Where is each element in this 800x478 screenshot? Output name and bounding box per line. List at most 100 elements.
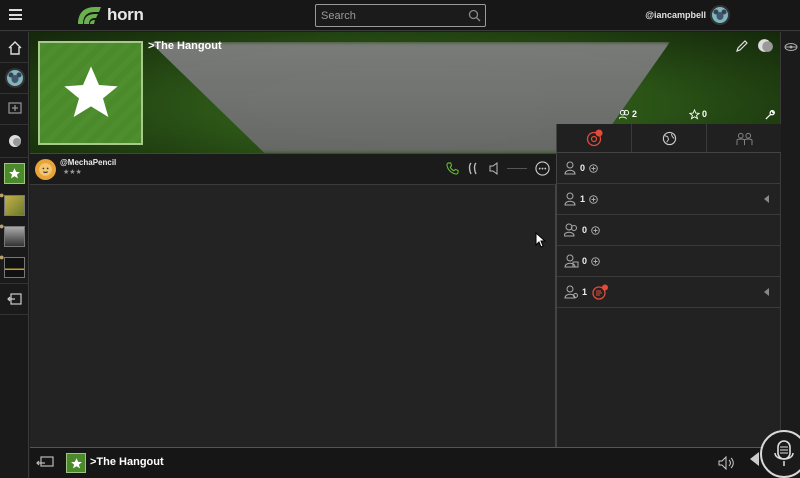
- add-icon[interactable]: [589, 194, 598, 204]
- horn-logo-icon: [78, 7, 101, 24]
- koala-icon: [713, 9, 727, 20]
- participant-area: @MechaPencil ★★★: [30, 153, 556, 447]
- profile-avatar: [4, 67, 25, 88]
- members-count: 2: [632, 109, 638, 119]
- side-panel: 0 1 0 0 1: [556, 124, 781, 447]
- panel-row-5[interactable]: 1: [557, 277, 781, 308]
- settings-stat[interactable]: [764, 109, 775, 120]
- search-input[interactable]: [316, 5, 466, 26]
- logo-text: horn: [107, 5, 144, 24]
- panel-row-1[interactable]: 0: [557, 153, 781, 184]
- pencil-icon[interactable]: [735, 39, 749, 53]
- room-the-hangout[interactable]: [0, 159, 29, 188]
- new-chat-button[interactable]: [0, 94, 29, 123]
- row-count: 1: [580, 194, 586, 204]
- current-room-title: >The Hangout: [90, 456, 164, 468]
- request-icon[interactable]: [591, 284, 609, 300]
- room-stats: 2 0: [588, 106, 780, 122]
- banner-actions: [735, 37, 774, 54]
- search-box[interactable]: [315, 4, 486, 27]
- exit-icon: [6, 292, 22, 305]
- search-icon[interactable]: [468, 9, 481, 22]
- row-count: 1: [582, 287, 588, 297]
- room-thumb-4[interactable]: ●: [0, 252, 29, 282]
- right-rail: [780, 32, 800, 478]
- koala-icon: [8, 72, 21, 83]
- muted-icon: ●: [0, 190, 5, 200]
- profile-button[interactable]: [0, 63, 29, 92]
- member-name: @MechaPencil: [60, 158, 117, 167]
- users-icon: [564, 223, 577, 237]
- user-icon: [564, 161, 576, 175]
- logout-button[interactable]: [0, 284, 29, 313]
- phone-icon[interactable]: [446, 162, 459, 175]
- group-icon: [736, 132, 752, 145]
- exit-room-icon[interactable]: [36, 456, 54, 470]
- room-thumb-2[interactable]: ●: [0, 190, 29, 220]
- horn-logo[interactable]: horn: [75, 3, 144, 27]
- volume-icon[interactable]: [718, 456, 734, 470]
- members-stat: 2: [619, 109, 637, 120]
- collapse-arrow-icon[interactable]: [750, 452, 759, 466]
- room-chat-icon[interactable]: [757, 37, 774, 54]
- microphone-button[interactable]: [760, 430, 800, 478]
- speaker-icon[interactable]: [489, 162, 499, 175]
- current-room-icon[interactable]: [66, 453, 86, 473]
- row-count: 0: [582, 225, 588, 235]
- room-thumb-3[interactable]: ●: [0, 221, 29, 251]
- room-title: >The Hangout: [148, 40, 222, 52]
- panel-row-4[interactable]: 0: [557, 246, 781, 277]
- add-chat-icon: [7, 101, 22, 114]
- panel-tabs: [557, 124, 781, 153]
- add-icon[interactable]: [589, 163, 598, 173]
- discover-button[interactable]: [0, 126, 29, 155]
- row-count: 0: [582, 256, 588, 266]
- expand-caret-icon[interactable]: [764, 288, 769, 296]
- top-bar: horn @iancampbell: [0, 0, 800, 31]
- panel-row-3[interactable]: 0: [557, 215, 781, 246]
- member-rating: ★★★: [63, 169, 82, 176]
- star-room-thumb: [4, 163, 25, 184]
- star-outline-icon: [689, 108, 701, 120]
- username: @iancampbell: [645, 10, 706, 20]
- tab-notifications[interactable]: [557, 124, 632, 152]
- bottom-bar: >The Hangout: [30, 447, 780, 478]
- globe-icon: [662, 131, 676, 145]
- room-avatar[interactable]: [38, 41, 143, 145]
- user-settings-icon: [564, 285, 578, 299]
- left-rail: ● ● ●: [0, 32, 29, 478]
- members-icon: [619, 109, 630, 119]
- home-icon: [8, 40, 21, 55]
- room-thumbnail: ●: [0, 252, 25, 278]
- home-button[interactable]: [0, 33, 29, 62]
- panel-row-2[interactable]: 1: [557, 184, 781, 215]
- notifications-icon: [586, 129, 603, 147]
- add-icon[interactable]: [591, 225, 600, 235]
- star-icon: [9, 168, 20, 179]
- row-count: 0: [580, 163, 586, 173]
- mouse-cursor-icon: [535, 232, 546, 248]
- user-avatar[interactable]: [710, 5, 730, 25]
- muted-icon: ●: [0, 221, 5, 231]
- more-options-icon[interactable]: [535, 161, 550, 176]
- member-controls: [446, 161, 550, 176]
- hide-icon[interactable]: [784, 42, 798, 52]
- stars-stat: 0: [689, 108, 707, 120]
- lion-icon: [39, 163, 52, 176]
- tab-world[interactable]: [632, 124, 707, 152]
- member-row[interactable]: @MechaPencil ★★★: [30, 154, 556, 185]
- star-icon: [70, 457, 82, 468]
- microphone-icon: [774, 440, 794, 466]
- add-icon[interactable]: [591, 256, 600, 266]
- volume-slider[interactable]: [507, 168, 527, 169]
- user-menu[interactable]: @iancampbell: [645, 5, 730, 25]
- room-thumbnail: ●: [0, 190, 25, 216]
- room-thumbnail: ●: [0, 221, 25, 247]
- hamburger-icon[interactable]: [9, 9, 22, 20]
- chat-bubble-icon: [8, 134, 21, 147]
- tab-groups[interactable]: [707, 124, 781, 152]
- user-lock-icon: [564, 254, 579, 268]
- expand-caret-icon[interactable]: [764, 195, 769, 203]
- member-avatar[interactable]: [35, 159, 56, 180]
- quote-icon[interactable]: [467, 162, 481, 175]
